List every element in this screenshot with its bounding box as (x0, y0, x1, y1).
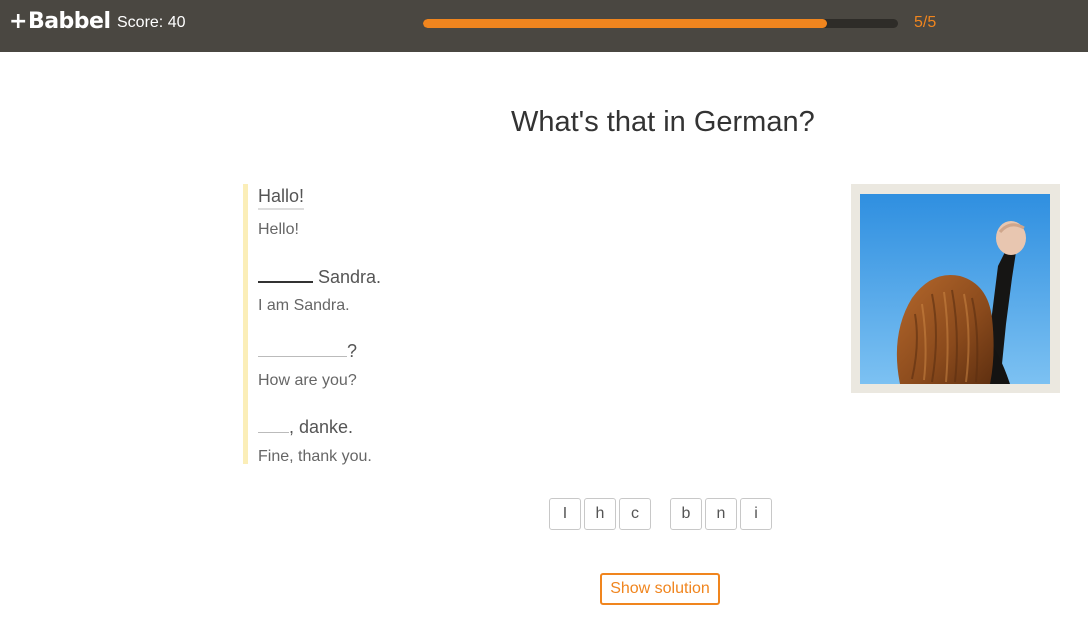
dialogue-line-2-suffix: Sandra. (318, 267, 382, 287)
score-label: Score: 40 (117, 14, 186, 31)
dialogue-line-4-suffix: , danke. (289, 417, 354, 437)
dialogue-line-3-german: ? (258, 336, 357, 362)
show-solution-button[interactable]: Show solution (600, 573, 720, 605)
answer-blank[interactable] (258, 412, 289, 433)
letter-tile[interactable]: c (619, 498, 651, 530)
letter-tile[interactable]: b (670, 498, 702, 530)
dialogue-line-4-german: , danke. (258, 412, 353, 438)
babbel-logo[interactable]: + Babbel (9, 9, 111, 34)
exercise-title: What's that in German? (511, 106, 815, 138)
progress-count: 5/5 (914, 14, 937, 31)
dialogue-line-2-german: Sandra. (258, 261, 381, 288)
dialogue-line-3-suffix: ? (347, 341, 358, 361)
plus-icon: + (9, 9, 27, 34)
completed-word: Hallo! (258, 186, 305, 210)
dialogue-line-2-english: I am Sandra. (258, 297, 350, 314)
top-bar: + Babbel Score: 40 5/5 (0, 0, 1088, 52)
letter-tile[interactable]: n (705, 498, 737, 530)
dialogue-line-1-german: Hallo! (258, 186, 305, 210)
photo-frame (851, 184, 1060, 393)
letter-tile[interactable]: i (740, 498, 772, 530)
dialogue-panel: Hallo! Hello! Sandra. I am Sandra. ? How… (243, 184, 448, 465)
dialogue-line-4-english: Fine, thank you. (258, 448, 372, 465)
progress-bar-fill (423, 19, 827, 28)
letter-tile[interactable]: h (584, 498, 616, 530)
woman-raising-fist-photo (860, 194, 1050, 384)
dialogue-line-3-english: How are you? (258, 372, 357, 389)
dialogue-line-1-english: Hello! (258, 221, 299, 238)
letter-tile[interactable]: I (549, 498, 581, 530)
logo-text: Babbel (27, 9, 111, 34)
answer-blank-active[interactable] (258, 261, 313, 283)
progress-bar (423, 19, 898, 28)
answer-blank[interactable] (258, 336, 347, 357)
